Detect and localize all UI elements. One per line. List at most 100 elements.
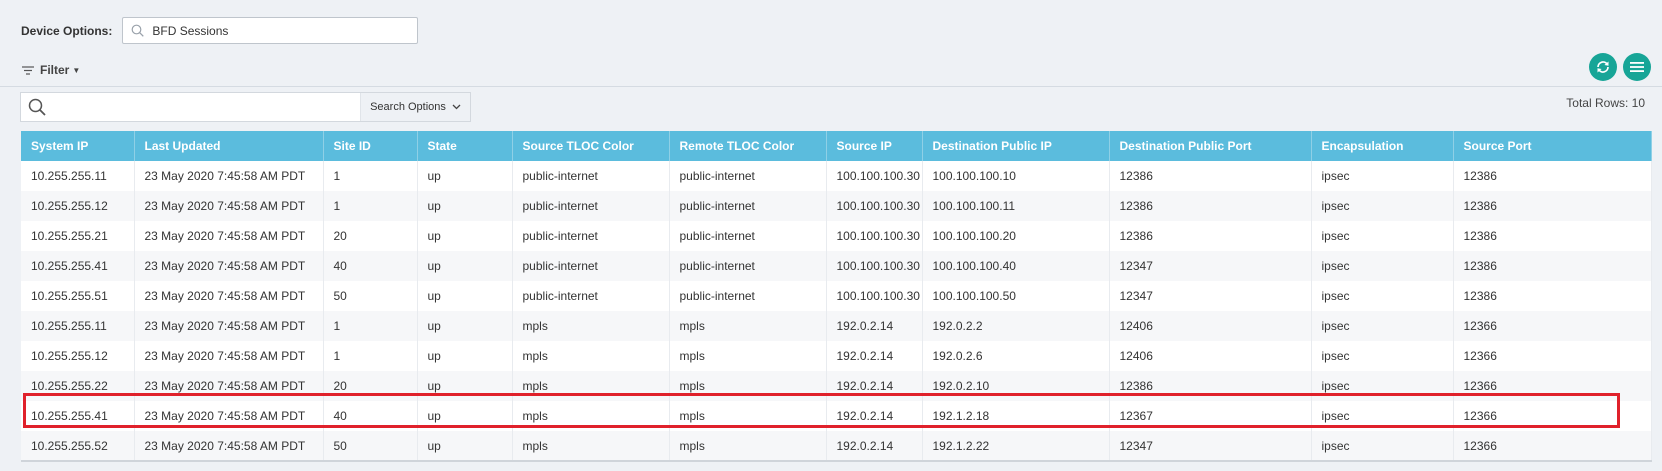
cell-destination-public-ip: 192.0.2.10: [922, 371, 1110, 401]
cell-source-port: 12366: [1453, 371, 1652, 401]
table-row[interactable]: 10.255.255.21 23 May 2020 7:45:58 AM PDT 2…: [21, 221, 1652, 251]
table-row[interactable]: 10.255.255.51 23 May 2020 7:45:58 AM PDT 5…: [21, 281, 1652, 311]
search-options-dropdown[interactable]: Search Options: [360, 93, 470, 121]
cell-source-ip: 100.100.100.30: [826, 191, 923, 221]
cell-source-tloc-color: mpls: [512, 371, 670, 401]
column-header-last-updated[interactable]: Last Updated: [134, 131, 324, 161]
table-body: 10.255.255.11 23 May 2020 7:45:58 AM PDT 1…: [21, 161, 1652, 462]
cell-system-ip: 10.255.255.41: [21, 251, 135, 281]
total-rows: Total Rows: 10: [1566, 96, 1645, 110]
cell-remote-tloc-color: public-internet: [669, 281, 827, 311]
cell-source-ip: 100.100.100.30: [826, 221, 923, 251]
cell-destination-public-ip: 100.100.100.10: [922, 161, 1110, 191]
cell-site-id: 50: [323, 431, 418, 462]
cell-source-ip: 192.0.2.14: [826, 341, 923, 371]
cell-last-updated: 23 May 2020 7:45:58 AM PDT: [134, 161, 324, 191]
cell-remote-tloc-color: mpls: [669, 431, 827, 462]
table-menu-button[interactable]: [1623, 53, 1651, 81]
cell-source-tloc-color: mpls: [512, 401, 670, 431]
cell-encapsulation: ipsec: [1311, 191, 1454, 221]
cell-destination-public-port: 12347: [1109, 431, 1312, 462]
cell-destination-public-port: 12367: [1109, 401, 1312, 431]
table-row[interactable]: 10.255.255.41 23 May 2020 7:45:58 AM PDT 4…: [21, 401, 1652, 431]
cell-destination-public-ip: 192.0.2.6: [922, 341, 1110, 371]
table-row[interactable]: 10.255.255.12 23 May 2020 7:45:58 AM PDT 1…: [21, 341, 1652, 371]
column-header-system-ip[interactable]: System IP: [21, 131, 135, 161]
cell-source-port: 12366: [1453, 401, 1652, 431]
cell-destination-public-port: 12386: [1109, 371, 1312, 401]
cell-destination-public-port: 12386: [1109, 221, 1312, 251]
cell-site-id: 40: [323, 251, 418, 281]
cell-site-id: 20: [323, 371, 418, 401]
cell-source-ip: 192.0.2.14: [826, 311, 923, 341]
cell-source-port: 12386: [1453, 191, 1652, 221]
cell-system-ip: 10.255.255.22: [21, 371, 135, 401]
cell-state: up: [417, 401, 513, 431]
table-row[interactable]: 10.255.255.22 23 May 2020 7:45:58 AM PDT 2…: [21, 371, 1652, 401]
cell-system-ip: 10.255.255.12: [21, 341, 135, 371]
cell-last-updated: 23 May 2020 7:45:58 AM PDT: [134, 431, 324, 462]
device-options-label: Device Options:: [21, 23, 113, 38]
cell-destination-public-ip: 100.100.100.50: [922, 281, 1110, 311]
cell-site-id: 1: [323, 161, 418, 191]
cell-state: up: [417, 191, 513, 221]
column-header-destination-public-port[interactable]: Destination Public Port: [1109, 131, 1312, 161]
search-options-label: Search Options: [370, 101, 446, 113]
column-header-source-port[interactable]: Source Port: [1453, 131, 1652, 161]
search-icon: [131, 24, 145, 37]
cell-destination-public-port: 12406: [1109, 341, 1312, 371]
cell-source-ip: 100.100.100.30: [826, 251, 923, 281]
cell-source-port: 12366: [1453, 311, 1652, 341]
cell-remote-tloc-color: public-internet: [669, 221, 827, 251]
chevron-down-icon: [452, 104, 461, 110]
cell-last-updated: 23 May 2020 7:45:58 AM PDT: [134, 401, 324, 431]
cell-source-tloc-color: public-internet: [512, 281, 670, 311]
cell-state: up: [417, 161, 513, 191]
cell-source-tloc-color: public-internet: [512, 161, 670, 191]
column-header-encapsulation[interactable]: Encapsulation: [1311, 131, 1454, 161]
cell-last-updated: 23 May 2020 7:45:58 AM PDT: [134, 251, 324, 281]
cell-state: up: [417, 311, 513, 341]
bfd-sessions-table: System IP Last Updated Site ID State Sou…: [21, 131, 1652, 462]
cell-system-ip: 10.255.255.11: [21, 161, 135, 191]
device-options: Device Options: BFD Sessions: [21, 17, 419, 44]
cell-source-tloc-color: public-internet: [512, 221, 670, 251]
cell-source-ip: 192.0.2.14: [826, 431, 923, 462]
cell-destination-public-port: 12347: [1109, 251, 1312, 281]
cell-source-tloc-color: mpls: [512, 341, 670, 371]
column-header-destination-public-ip[interactable]: Destination Public IP: [922, 131, 1110, 161]
column-header-source-tloc-color[interactable]: Source TLOC Color: [512, 131, 670, 161]
table-row[interactable]: 10.255.255.11 23 May 2020 7:45:58 AM PDT 1…: [21, 161, 1652, 191]
cell-destination-public-port: 12386: [1109, 161, 1312, 191]
column-header-source-ip[interactable]: Source IP: [826, 131, 923, 161]
table-row[interactable]: 10.255.255.41 23 May 2020 7:45:58 AM PDT 4…: [21, 251, 1652, 281]
cell-state: up: [417, 251, 513, 281]
filter-label: Filter: [40, 63, 70, 77]
cell-source-ip: 100.100.100.30: [826, 161, 923, 191]
refresh-button[interactable]: [1589, 53, 1617, 81]
filter-toggle[interactable]: Filter ▼: [22, 62, 80, 78]
cell-destination-public-ip: 192.0.2.2: [922, 311, 1110, 341]
cell-source-port: 12386: [1453, 221, 1652, 251]
menu-icon: [1630, 62, 1644, 72]
cell-destination-public-port: 12386: [1109, 191, 1312, 221]
cell-source-tloc-color: mpls: [512, 311, 670, 341]
cell-remote-tloc-color: mpls: [669, 311, 827, 341]
table-row[interactable]: 10.255.255.12 23 May 2020 7:45:58 AM PDT 1…: [21, 191, 1652, 221]
cell-site-id: 1: [323, 341, 418, 371]
cell-encapsulation: ipsec: [1311, 221, 1454, 251]
cell-system-ip: 10.255.255.12: [21, 191, 135, 221]
cell-destination-public-ip: 192.1.2.18: [922, 401, 1110, 431]
cell-destination-public-ip: 100.100.100.11: [922, 191, 1110, 221]
device-options-select[interactable]: BFD Sessions: [122, 17, 419, 44]
cell-source-port: 12366: [1453, 431, 1652, 462]
column-header-state[interactable]: State: [417, 131, 513, 161]
column-header-remote-tloc-color[interactable]: Remote TLOC Color: [669, 131, 827, 161]
table-row[interactable]: 10.255.255.52 23 May 2020 7:45:58 AM PDT 5…: [21, 431, 1652, 462]
search-icon: [21, 98, 53, 116]
cell-remote-tloc-color: public-internet: [669, 191, 827, 221]
table-row[interactable]: 10.255.255.11 23 May 2020 7:45:58 AM PDT 1…: [21, 311, 1652, 341]
cell-remote-tloc-color: mpls: [669, 371, 827, 401]
table-search-input[interactable]: [53, 93, 360, 121]
column-header-site-id[interactable]: Site ID: [323, 131, 418, 161]
